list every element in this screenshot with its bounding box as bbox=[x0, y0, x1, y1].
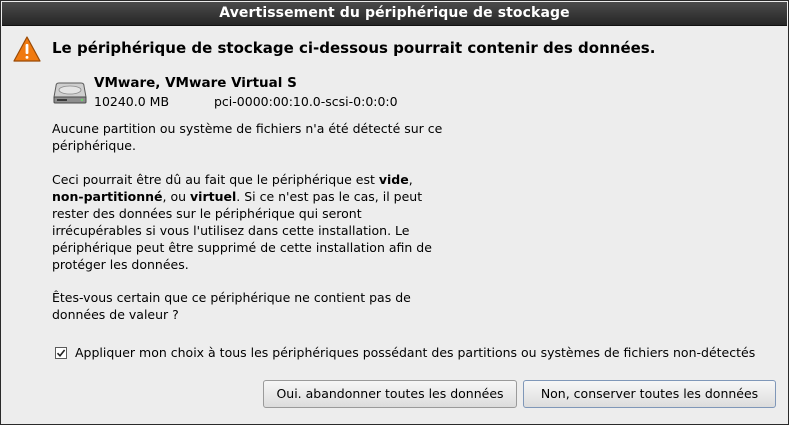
storage-warning-dialog: Avertissement du périphérique de stockag… bbox=[0, 0, 789, 425]
window-title: Avertissement du périphérique de stockag… bbox=[2, 2, 787, 26]
emphasis-vide: vide bbox=[378, 172, 409, 187]
device-size: 10240.0 MB bbox=[94, 94, 170, 109]
dialog-content: Le périphérique de stockage ci-dessous p… bbox=[2, 26, 787, 423]
explanation-part: , ou bbox=[162, 189, 191, 204]
explanation-part: Ceci pourrait être dû au fait que le pér… bbox=[52, 172, 379, 187]
apply-all-label[interactable]: Appliquer mon choix à tous les périphéri… bbox=[75, 345, 755, 360]
warning-icon bbox=[12, 35, 42, 63]
keep-data-button[interactable]: Non, conserver toutes les données bbox=[523, 380, 776, 408]
no-partition-text: Aucune partition ou système de fichiers … bbox=[52, 121, 443, 153]
emphasis-non-partitionne: non-partitionné bbox=[52, 189, 163, 204]
discard-data-button[interactable]: Oui. abandonner toutes les données bbox=[263, 380, 517, 408]
apply-all-checkbox[interactable] bbox=[55, 346, 67, 359]
warning-heading: Le périphérique de stockage ci-dessous p… bbox=[52, 39, 656, 57]
device-path: pci-0000:00:10.0-scsi-0:0:0:0 bbox=[214, 94, 398, 109]
hard-disk-icon bbox=[52, 80, 88, 106]
checkmark-icon bbox=[56, 349, 66, 357]
explanation-text: Ceci pourrait être dû au fait que le pér… bbox=[52, 171, 452, 273]
device-name: VMware, VMware Virtual S bbox=[94, 75, 297, 91]
apply-all-option[interactable]: Appliquer mon choix à tous les périphéri… bbox=[55, 345, 755, 360]
emphasis-virtuel: virtuel bbox=[190, 189, 237, 204]
confirmation-question: Êtes-vous certain que ce périphérique ne… bbox=[52, 290, 411, 322]
explanation-part: , bbox=[408, 172, 413, 187]
